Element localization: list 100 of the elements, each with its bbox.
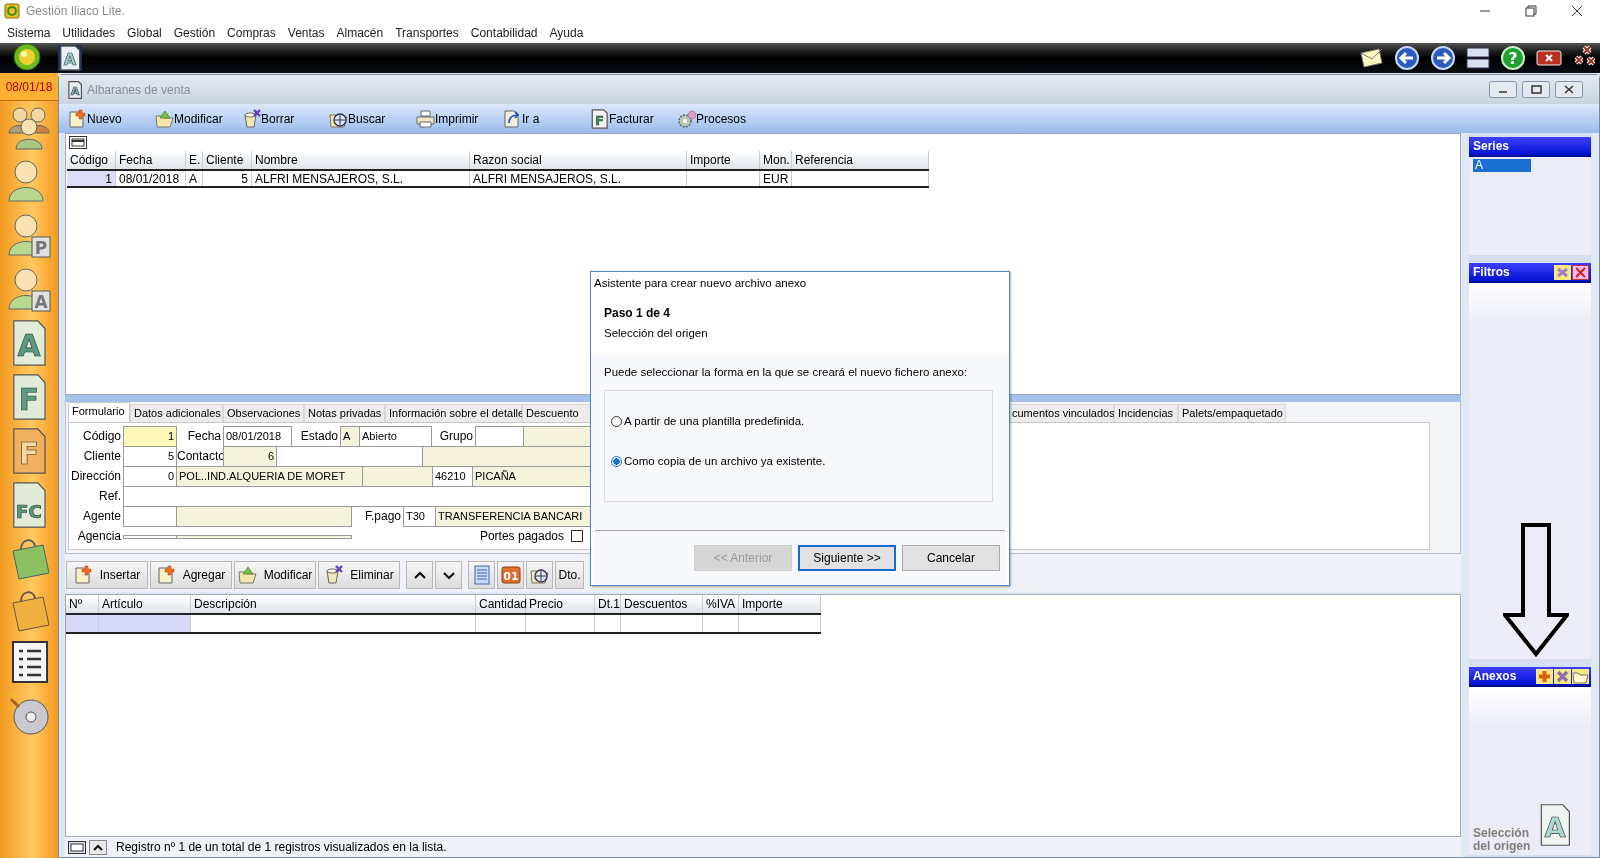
column-header[interactable]: Razon social — [469, 151, 687, 170]
field-label: Contacto — [177, 448, 224, 465]
toolbar-button[interactable]: Imprimir — [416, 105, 503, 132]
radio-button[interactable] — [611, 455, 622, 467]
column-header[interactable]: Cantidad — [475, 595, 526, 614]
column-header[interactable]: Mon. — [759, 151, 792, 170]
tab[interactable]: Incidencias — [1114, 404, 1178, 422]
dialog-button[interactable]: Siguiente >> — [798, 545, 896, 571]
toolbar-button[interactable]: Ir a — [503, 105, 590, 132]
list-item[interactable]: A — [1473, 159, 1531, 172]
field-label: Dirección — [70, 468, 122, 485]
toolbar-button[interactable] — [435, 561, 462, 589]
envelope-icon[interactable] — [1358, 47, 1384, 69]
plus-icon[interactable] — [1536, 668, 1553, 684]
folder-icon — [155, 108, 174, 129]
document-letter-icon: F — [590, 108, 609, 129]
column-header[interactable]: Precio — [525, 595, 595, 614]
field-label: F.pago — [363, 508, 402, 525]
table-cell: 08/01/2018 — [115, 170, 186, 187]
toolbar-button[interactable] — [526, 561, 553, 589]
column-header[interactable]: Artículo — [98, 595, 191, 614]
menu-item[interactable]: Ventas — [281, 25, 331, 40]
column-header[interactable]: Importe — [738, 595, 821, 614]
disc-icon[interactable] — [7, 691, 51, 737]
input-field[interactable]: 5 — [123, 446, 177, 467]
input-field[interactable]: 0 — [123, 466, 177, 487]
field-label: Grupo — [438, 428, 474, 445]
input-field[interactable] — [123, 506, 177, 527]
toolbar-button[interactable]: Modificar — [234, 561, 316, 589]
radio-label[interactable]: A partir de una plantilla predefinida. — [624, 415, 805, 427]
input-field[interactable]: T30 — [403, 506, 436, 527]
toolbar-button[interactable] — [406, 561, 433, 589]
window-title: Gestión Iliaco Lite. — [26, 4, 125, 18]
toolbar-button[interactable]: F Facturar — [590, 105, 677, 132]
toolbar-button[interactable]: Borrar — [242, 105, 329, 132]
tab[interactable]: Palets/empaquetado — [1178, 404, 1286, 422]
tab[interactable]: Formulario — [68, 402, 130, 422]
step-subtitle: Selección del origen — [604, 327, 709, 339]
menu-item[interactable]: Compras — [221, 25, 282, 40]
window-title: Albaranes de venta — [87, 82, 191, 97]
toolbar-button[interactable]: Modificar — [155, 105, 242, 132]
new-document-icon — [68, 108, 87, 129]
menu-item[interactable]: Contabilidad — [464, 25, 544, 40]
input-field[interactable] — [123, 534, 177, 539]
tab[interactable]: Observaciones — [223, 404, 304, 422]
column-header[interactable]: Fecha — [115, 151, 186, 170]
menu-item[interactable]: Ayuda — [543, 25, 590, 40]
column-header[interactable]: Código — [67, 151, 116, 170]
date-label: 08/01/18 — [0, 73, 58, 101]
folder-icon[interactable] — [1572, 668, 1589, 684]
close-button[interactable] — [1555, 81, 1583, 98]
radio-button[interactable] — [611, 415, 622, 427]
x-icon[interactable] — [1554, 668, 1571, 684]
checkbox[interactable] — [571, 530, 583, 542]
column-header[interactable]: Descuentos — [620, 595, 703, 614]
column-header[interactable]: Descripción — [190, 595, 476, 614]
input-field[interactable]: 08/01/2018 — [223, 426, 292, 447]
restore-button[interactable] — [1522, 81, 1550, 98]
new-document-icon — [73, 565, 94, 585]
tile-windows-icon[interactable] — [1466, 46, 1490, 70]
menu-item[interactable]: Utilidades — [56, 25, 122, 40]
toolbar-button[interactable]: Insertar — [66, 561, 148, 589]
column-header[interactable]: Nombre — [251, 151, 470, 170]
menu-item[interactable]: Gestión — [167, 25, 222, 40]
column-header[interactable]: Importe — [686, 151, 760, 170]
minimize-button[interactable] — [1489, 81, 1517, 98]
input-field[interactable]: Abierto — [359, 426, 432, 447]
column-header[interactable]: %IVA — [702, 595, 739, 614]
column-header[interactable]: Cliente — [202, 151, 252, 170]
toolbar-button[interactable]: Eliminar — [318, 561, 400, 589]
table-cell: 5 — [202, 170, 252, 187]
menu-item[interactable]: Transportes — [389, 25, 465, 40]
column-header[interactable]: Dt.1 — [594, 595, 621, 614]
document-letter-icon: A — [67, 80, 83, 99]
gears-icon — [677, 108, 696, 129]
column-header[interactable]: Nº — [66, 595, 99, 614]
toolbar-button[interactable]: Agregar — [150, 561, 232, 589]
table-cell: A — [185, 170, 203, 187]
tab[interactable]: Notas privadas — [304, 404, 385, 422]
caret-up-icon[interactable] — [89, 839, 107, 855]
tab[interactable]: Datos adicionales — [130, 404, 223, 422]
toolbar-button[interactable]: Dto. — [555, 561, 584, 589]
toolbar-button[interactable]: Nuevo — [68, 105, 155, 132]
menu-item[interactable]: Global — [121, 25, 168, 40]
grid-settings-icon[interactable] — [69, 136, 87, 149]
tab[interactable]: Información sobre el detalle — [385, 404, 522, 422]
dialog-button[interactable]: Cancelar — [902, 545, 1000, 571]
toolbar-button[interactable]: Buscar — [329, 105, 416, 132]
menu-item[interactable]: Sistema — [1, 25, 57, 40]
document-arrow-icon — [503, 108, 522, 129]
input-field[interactable]: 1 — [123, 426, 177, 447]
status-text: Registro nº 1 de un total de 1 registros visualizados en la lista. — [116, 840, 447, 854]
toolbar-button[interactable]: Procesos — [677, 105, 764, 132]
close-icon[interactable] — [1536, 48, 1562, 68]
column-header[interactable]: Referencia — [791, 151, 929, 170]
radio-label[interactable]: Como copia de un archivo ya existente. — [624, 455, 826, 467]
table-cell: ALFRI MENSAJEROS, S.L. — [469, 170, 687, 187]
field-label: Ref. — [98, 488, 122, 505]
menu-item[interactable]: Almacén — [330, 25, 390, 40]
field-label: Cliente — [82, 448, 122, 465]
